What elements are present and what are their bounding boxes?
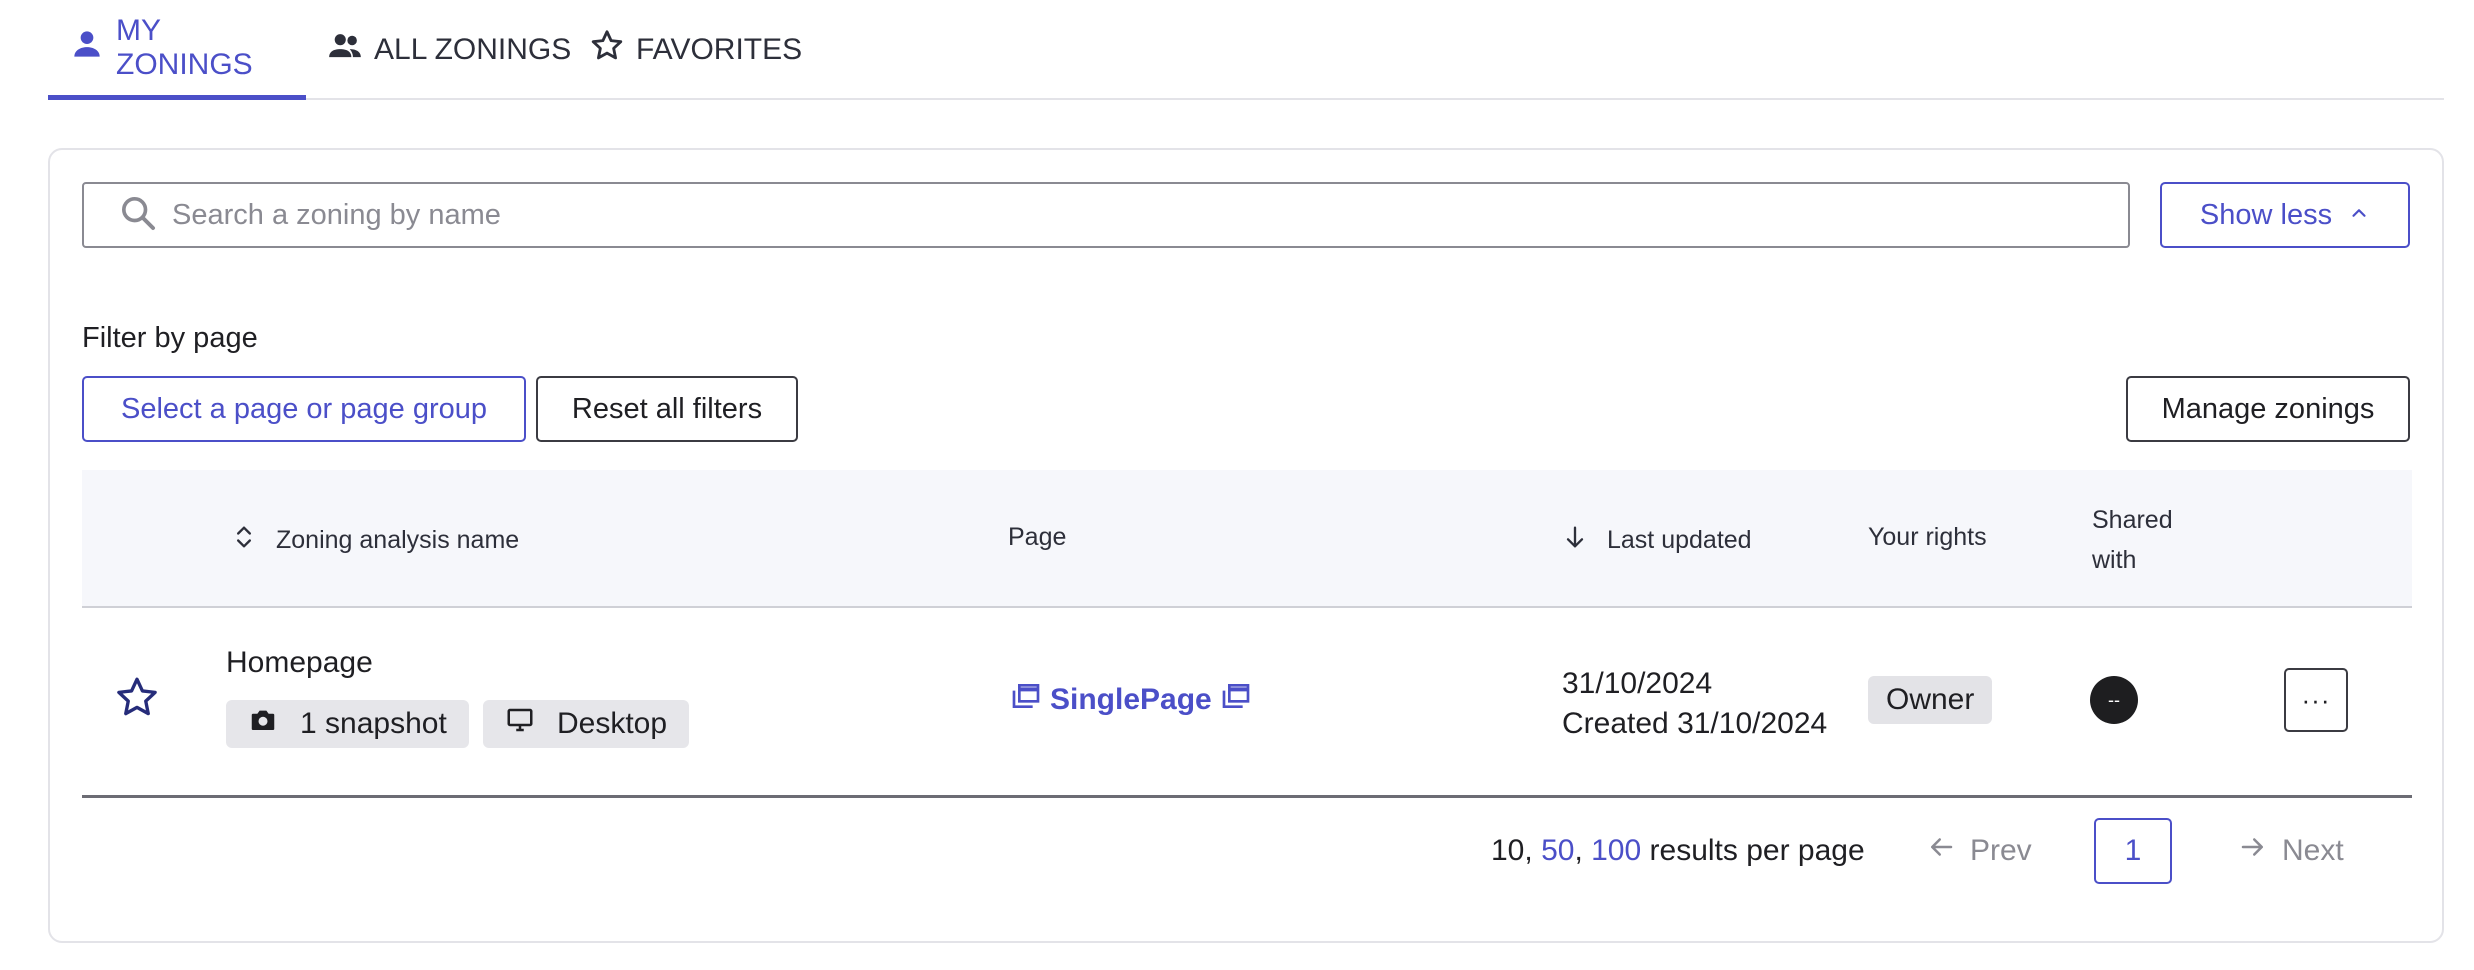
table-header: Zoning analysis name Page Last updated Y… (82, 470, 2412, 608)
results-per-page: 10, 50, 100 results per page (1491, 818, 1865, 884)
page-link-label: SinglePage (1050, 683, 1212, 716)
star-icon (588, 27, 626, 73)
sort-icon (230, 523, 258, 558)
snapshot-count: 1 snapshot (300, 707, 447, 740)
created-date: Created 31/10/2024 (1562, 707, 1828, 740)
tab-my-zonings[interactable]: MY ZONINGS (48, 0, 306, 100)
rpp-option-selected: 10 (1491, 834, 1525, 867)
column-header-label: Zoning analysis name (276, 526, 520, 554)
more-actions-button[interactable]: ··· (2284, 668, 2348, 732)
column-header-shared: Shared with (2092, 500, 2173, 580)
desktop-icon (505, 705, 535, 743)
column-header-last-updated[interactable]: Last updated (1561, 523, 1752, 558)
rpp-separator: , (1574, 834, 1583, 867)
column-header-page: Page (1008, 523, 1067, 551)
page-link[interactable]: SinglePage (1010, 680, 1252, 720)
rpp-option[interactable]: 100 (1591, 834, 1641, 868)
page-group-icon (1220, 680, 1252, 720)
tab-label: ALL ZONINGS (374, 33, 572, 66)
shared-avatar: -- (2090, 676, 2138, 724)
tab-label: MY ZONINGS (116, 13, 253, 81)
zoning-name: Homepage (226, 646, 373, 679)
next-label: Next (2282, 834, 2344, 867)
column-header-rights: Your rights (1868, 523, 1987, 551)
user-icon (68, 25, 106, 71)
rpp-option[interactable]: 50 (1541, 834, 1574, 868)
search-icon (118, 193, 158, 238)
rpp-suffix: results per page (1649, 834, 1865, 867)
tab-bar: MY ZONINGS ALL ZONINGS FAVORITES (48, 0, 2444, 100)
table-row: Homepage 1 snapshot Desktop SinglePage 3… (82, 608, 2412, 798)
zonings-card: Show less Filter by page Select a page o… (48, 148, 2444, 943)
snapshot-tag: 1 snapshot (226, 700, 469, 748)
page-group-icon (1010, 680, 1042, 720)
search-box (82, 182, 2130, 248)
users-icon (326, 27, 364, 73)
rpp-separator: , (1524, 834, 1533, 867)
device-label: Desktop (557, 707, 668, 740)
manage-zonings-button[interactable]: Manage zonings (2126, 376, 2410, 442)
show-less-button[interactable]: Show less (2160, 182, 2410, 248)
tab-label: FAVORITES (636, 33, 803, 66)
column-header-label: Last updated (1607, 526, 1752, 554)
tab-all-zonings[interactable]: ALL ZONINGS (306, 0, 591, 100)
select-page-button[interactable]: Select a page or page group (82, 376, 526, 442)
date-cell: 31/10/2024 Created 31/10/2024 (1562, 664, 1837, 744)
search-input[interactable] (170, 197, 2070, 233)
tab-favorites[interactable]: FAVORITES (568, 0, 822, 100)
arrow-down-icon (1561, 523, 1589, 558)
column-header-label: Shared (2092, 506, 2173, 534)
column-header-name[interactable]: Zoning analysis name (230, 523, 519, 558)
column-header-label: with (2092, 546, 2137, 574)
reset-filters-button[interactable]: Reset all filters (536, 376, 798, 442)
show-less-label: Show less (2199, 198, 2333, 231)
chevron-up-icon (2348, 199, 2370, 232)
device-tag: Desktop (483, 700, 690, 748)
arrow-right-icon (2238, 832, 2268, 870)
last-updated-date: 31/10/2024 (1562, 667, 1713, 700)
camera-icon (248, 705, 278, 743)
next-page-button[interactable]: Next (2238, 818, 2344, 884)
filter-by-page-label: Filter by page (82, 322, 258, 354)
prev-label: Prev (1970, 834, 2032, 867)
prev-page-button[interactable]: Prev (1926, 818, 2032, 884)
page-number-current[interactable]: 1 (2094, 818, 2172, 884)
arrow-left-icon (1926, 832, 1956, 870)
favorite-star-icon[interactable] (112, 673, 162, 723)
rights-badge: Owner (1868, 676, 1993, 724)
